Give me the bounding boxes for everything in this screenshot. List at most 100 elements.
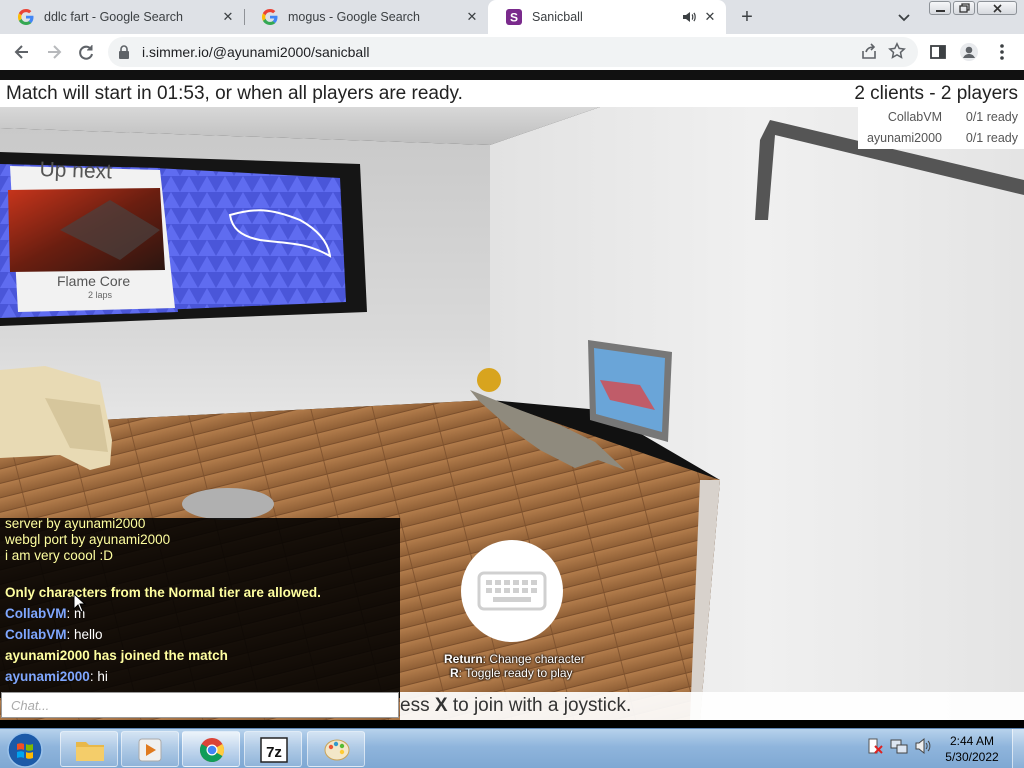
close-window-button[interactable] (977, 1, 1017, 15)
chat-input[interactable] (1, 692, 399, 718)
chat-line: Only characters from the Normal tier are… (5, 585, 321, 600)
tab-sanicball[interactable]: S Sanicball ✕ (488, 0, 726, 34)
match-status-bar: Match will start in 01:53, or when all p… (0, 80, 1024, 107)
hint-key: R (450, 666, 459, 680)
clock-date: 5/30/2022 (945, 750, 999, 764)
game-viewport[interactable]: Match will start in 01:53, or when all p… (0, 70, 1024, 720)
hint-change-character: Return: Change character (444, 652, 585, 666)
restore-icon (959, 3, 970, 13)
new-tab-button[interactable]: + (737, 7, 757, 27)
tab-title: Sanicball (532, 10, 583, 24)
taskbar-media-player[interactable] (121, 731, 179, 767)
round-table (182, 488, 274, 520)
billboard-background (155, 168, 346, 310)
close-icon[interactable]: ✕ (464, 9, 480, 25)
hint-key: Return (444, 652, 483, 666)
svg-text:S: S (510, 11, 518, 25)
up-next-laps: 2 laps (88, 290, 113, 300)
tab-mogus[interactable]: mogus - Google Search ✕ (244, 0, 488, 34)
show-desktop-button[interactable] (1012, 729, 1024, 768)
speaker-icon[interactable] (682, 10, 696, 24)
tab-title: ddlc fart - Google Search (44, 10, 183, 24)
keyboard-icon (477, 571, 547, 611)
back-arrow-icon[interactable] (12, 42, 32, 62)
start-button-icon[interactable] (6, 731, 44, 768)
chat-log: server by ayunami2000 webgl port by ayun… (0, 516, 400, 698)
player-list: CollabVM 0/1 ready ayunami2000 0/1 ready (858, 107, 1024, 149)
sanicball-icon: S (506, 9, 522, 25)
taskbar-paint[interactable] (307, 731, 365, 767)
chat-user: CollabVM (5, 606, 67, 621)
taskbar-chrome[interactable] (182, 731, 240, 767)
clock-time: 2:44 AM (949, 734, 995, 748)
windows-explorer-icon (76, 742, 104, 761)
chat-line: ayunami2000: hi (5, 669, 108, 684)
player-row: ayunami2000 0/1 ready (858, 128, 1024, 149)
tab-ddlc-fart[interactable]: ddlc fart - Google Search ✕ (0, 0, 245, 34)
taskbar-clock[interactable]: 2:44 AM 5/30/2022 (930, 733, 1014, 765)
forward-arrow-icon[interactable] (44, 42, 64, 62)
svg-text:7z: 7z (266, 744, 282, 761)
player-ready: 0/1 ready (965, 110, 1018, 124)
url-text[interactable]: i.simmer.io/@ayunami2000/sanicball (142, 44, 369, 60)
hint-text: : Change character (482, 652, 585, 666)
menu-dots-icon[interactable] (992, 42, 1012, 62)
side-panel-icon[interactable] (928, 42, 948, 62)
player-name: CollabVM (887, 110, 942, 124)
keyboard-button[interactable] (461, 540, 563, 642)
share-icon[interactable] (860, 43, 878, 61)
taskbar-7zip[interactable]: 7z (244, 731, 302, 767)
minimize-icon (936, 10, 945, 12)
taskbar-explorer[interactable] (60, 731, 118, 767)
paint-icon (324, 739, 350, 761)
profile-avatar-icon[interactable] (959, 42, 979, 62)
chevron-down-icon[interactable] (896, 9, 912, 25)
browser-toolbar: i.simmer.io/@ayunami2000/sanicball (0, 34, 1024, 70)
joystick-text: ess X to join with a joystick. (400, 695, 631, 717)
player-ready: 0/1 ready (965, 131, 1018, 145)
star-icon[interactable] (888, 42, 906, 60)
chat-line: i am very coool :D (5, 548, 114, 563)
up-next-map-name: Flame Core (57, 273, 131, 289)
chat-line: ayunami2000 has joined the match (5, 648, 228, 663)
screen: ddlc fart - Google Search ✕ mogus - Goog… (0, 0, 1024, 768)
action-center-icon[interactable] (866, 737, 884, 755)
close-icon[interactable]: ✕ (220, 9, 236, 25)
chrome-icon (199, 738, 225, 763)
tab-strip: ddlc fart - Google Search ✕ mogus - Goog… (0, 0, 1024, 34)
match-countdown: Match will start in 01:53, or when all p… (6, 83, 463, 104)
chat-line: CollabVM: hello (5, 627, 103, 642)
chat-message: hello (70, 627, 103, 642)
google-icon (262, 9, 278, 25)
hint-toggle-ready: R: Toggle ready to play (450, 666, 573, 680)
close-icon[interactable]: ✕ (702, 9, 718, 25)
joystick-text-pre: ess (400, 695, 435, 716)
network-icon[interactable] (890, 737, 908, 755)
joystick-text-post: to join with a joystick. (447, 695, 632, 716)
chat-user: ayunami2000 (5, 669, 90, 684)
player-row: CollabVM 0/1 ready (858, 107, 1024, 128)
hint-text: : Toggle ready to play (458, 666, 573, 680)
joystick-prompt: ess X to join with a joystick. (400, 692, 1024, 720)
7zip-icon: 7z (260, 737, 288, 763)
tab-title: mogus - Google Search (288, 10, 421, 24)
golden-ball (477, 368, 501, 392)
chat-user: CollabVM (5, 627, 67, 642)
client-count: 2 clients - 2 players (854, 83, 1018, 104)
chat-line: server by ayunami2000 (5, 516, 146, 531)
restore-button[interactable] (953, 1, 975, 15)
google-icon (18, 9, 34, 25)
lock-icon[interactable] (118, 45, 130, 59)
up-next-title: Up next (39, 158, 113, 184)
close-icon (993, 4, 1002, 13)
chat-line: webgl port by ayunami2000 (5, 532, 171, 547)
address-bar[interactable]: i.simmer.io/@ayunami2000/sanicball (108, 37, 918, 67)
chat-message: hi (93, 669, 108, 684)
player-name: ayunami2000 (866, 131, 942, 145)
joystick-key: X (434, 695, 448, 716)
media-player-icon (138, 738, 162, 762)
taskbar: 7z 2:44 AM 5/30/2022 (0, 728, 1024, 768)
mouse-cursor-icon (73, 593, 87, 613)
minimize-button[interactable] (929, 1, 951, 15)
reload-icon[interactable] (76, 42, 96, 62)
